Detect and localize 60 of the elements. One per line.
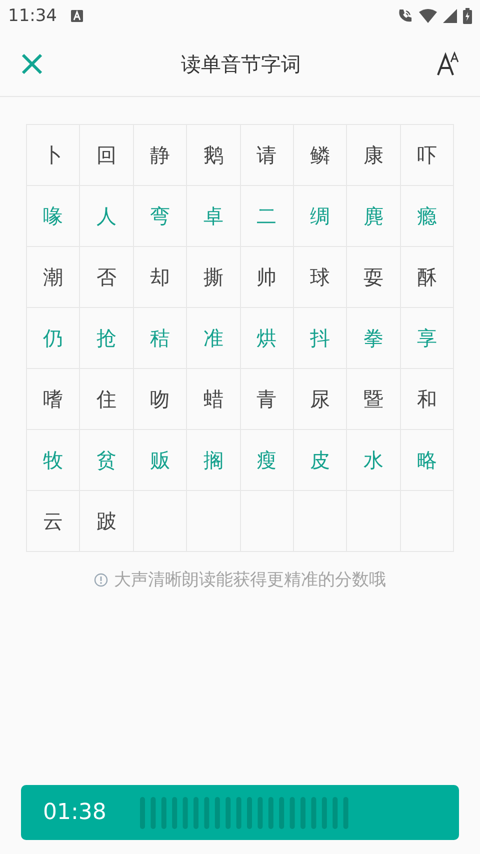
character-cell: 康	[347, 125, 401, 186]
character-cell: 抢	[80, 308, 134, 369]
info-icon	[94, 572, 108, 586]
character-cell: 蜡	[187, 369, 240, 430]
character-cell: 抖	[294, 308, 348, 369]
character-cell: 回	[80, 125, 134, 186]
character-cell: 静	[134, 125, 188, 186]
character-cell: 帅	[240, 247, 294, 308]
character-cell: 仍	[27, 308, 80, 369]
character-cell: 瘾	[400, 186, 454, 247]
character-cell: 皮	[294, 430, 348, 491]
character-cell: 水	[347, 430, 401, 491]
character-cell: 请	[240, 125, 294, 186]
character-cell: 嗜	[27, 369, 80, 430]
character-cell: 搁	[187, 430, 240, 491]
character-cell: 二	[240, 186, 294, 247]
character-cell: 弯	[134, 186, 188, 247]
character-cell: 潮	[27, 247, 80, 308]
hint-text: 大声清晰朗读能获得更精准的分数哦	[114, 569, 386, 591]
page-title: 读单音节字词	[180, 50, 302, 78]
call-icon	[397, 8, 413, 24]
notification-icon	[71, 10, 83, 22]
character-cell: 拳	[347, 308, 401, 369]
character-cell: 喙	[27, 186, 80, 247]
character-cell: 准	[187, 308, 240, 369]
character-cell: 卓	[187, 186, 240, 247]
character-cell: 否	[80, 247, 134, 308]
battery-icon	[463, 8, 472, 24]
wifi-icon	[419, 9, 437, 23]
character-cell: 酥	[400, 247, 454, 308]
character-cell: 鳞	[294, 125, 348, 186]
character-cell: 瘦	[240, 430, 294, 491]
character-cell: 暨	[347, 369, 401, 430]
character-cell: 撕	[187, 247, 240, 308]
character-cell: 云	[27, 491, 80, 552]
character-cell: 球	[294, 247, 348, 308]
character-cell: 贩	[134, 430, 188, 491]
character-cell: 却	[134, 247, 188, 308]
character-cell: 尿	[294, 369, 348, 430]
character-cell: 牧	[27, 430, 80, 491]
signal-icon	[443, 9, 457, 23]
character-cell: 烘	[240, 308, 294, 369]
character-cell: 住	[80, 369, 134, 430]
status-time: 11:34	[8, 6, 57, 26]
character-cell: 略	[400, 430, 454, 491]
character-cell: 耍	[347, 247, 401, 308]
character-cell: 吓	[400, 125, 454, 186]
character-cell: 鹅	[187, 125, 240, 186]
character-cell: 人	[80, 186, 134, 247]
character-cell: 享	[400, 308, 454, 369]
character-cell: 跛	[80, 491, 134, 552]
recording-time: 01:38	[43, 800, 106, 825]
character-cell: 秸	[134, 308, 188, 369]
character-cell: 麂	[347, 186, 401, 247]
character-cell: 和	[400, 369, 454, 430]
character-cell: 贫	[80, 430, 134, 491]
character-cell: 卜	[27, 125, 80, 186]
character-cell: 青	[240, 369, 294, 430]
character-cell: 吻	[134, 369, 188, 430]
character-cell: 绸	[294, 186, 348, 247]
